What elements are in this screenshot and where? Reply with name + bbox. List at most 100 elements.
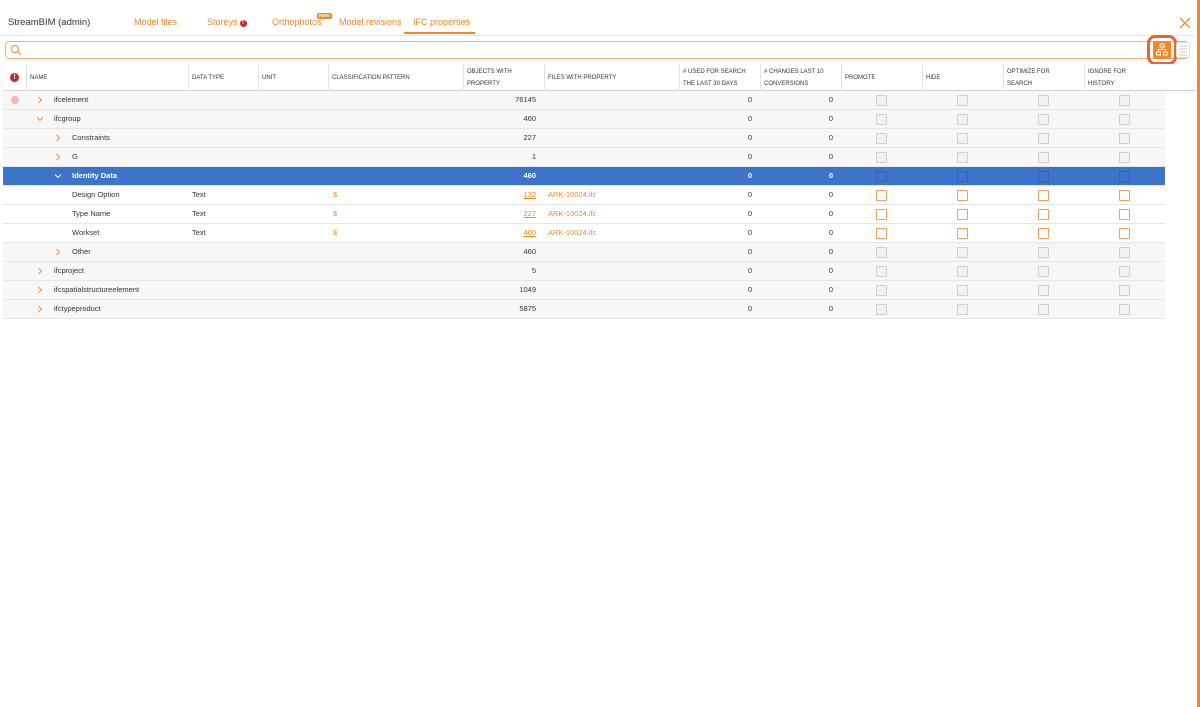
column-header-hide[interactable]: Hide <box>923 64 1004 91</box>
hide-checkbox[interactable] <box>957 133 968 144</box>
table-row[interactable]: ifcelement 76145 0 0 <box>3 91 1165 110</box>
column-header-changes[interactable]: # changes last 10 conversions <box>761 64 842 91</box>
ignore-history-checkbox[interactable] <box>1119 304 1130 315</box>
column-header-classification-pattern[interactable]: Classification pattern <box>329 64 464 91</box>
column-header-ignore-history[interactable]: Ignore for history <box>1085 64 1166 91</box>
row-classification-pattern[interactable]: $ <box>333 205 337 224</box>
ignore-history-checkbox[interactable] <box>1119 95 1130 106</box>
promote-checkbox[interactable] <box>876 95 887 106</box>
table-row[interactable]: Workset Text $460 ARK-10024.ifc 0 0 <box>3 224 1165 243</box>
chevron-right-icon[interactable] <box>54 248 62 256</box>
optimize-checkbox[interactable] <box>1038 133 1049 144</box>
chevron-right-icon[interactable] <box>36 286 44 294</box>
chevron-right-icon[interactable] <box>36 305 44 313</box>
table-row[interactable]: ifcproject 5 0 0 <box>3 262 1165 281</box>
optimize-checkbox[interactable] <box>1038 228 1049 239</box>
optimize-checkbox[interactable] <box>1038 266 1049 277</box>
list-view-button[interactable] <box>1176 42 1190 58</box>
row-objects-count[interactable]: 227 <box>464 205 536 224</box>
column-header-used-for-search[interactable]: # used for search the last 30 days <box>680 64 761 91</box>
table-row[interactable]: Constraints 227 0 0 <box>3 129 1165 148</box>
column-header-files[interactable]: Files with property <box>545 64 680 91</box>
column-header-data-type[interactable]: Data type <box>189 64 259 91</box>
row-classification-pattern[interactable]: $ <box>333 224 337 243</box>
hide-checkbox[interactable] <box>957 171 968 182</box>
row-files-link[interactable]: ARK-10024.ifc <box>548 205 596 224</box>
promote-checkbox[interactable] <box>876 209 887 220</box>
promote-checkbox[interactable] <box>876 247 887 258</box>
hide-checkbox[interactable] <box>957 266 968 277</box>
ignore-history-checkbox[interactable] <box>1119 266 1130 277</box>
ignore-history-checkbox[interactable] <box>1119 152 1130 163</box>
table-row[interactable]: G 1 0 0 <box>3 148 1165 167</box>
column-header-name[interactable]: Name <box>27 64 189 91</box>
optimize-checkbox[interactable] <box>1038 171 1049 182</box>
chevron-right-icon[interactable] <box>54 153 62 161</box>
tab-ifc-properties[interactable]: IFC properties <box>413 17 470 27</box>
table-row[interactable]: ifcspatialstructureelement 1049 0 0 <box>3 281 1165 300</box>
optimize-checkbox[interactable] <box>1038 304 1049 315</box>
tab-storeys[interactable]: Storeys! <box>207 17 247 27</box>
row-objects-count[interactable]: 460 <box>464 224 536 243</box>
chevron-right-icon[interactable] <box>36 267 44 275</box>
table-row-selected[interactable]: Identity Data 460 0 0 <box>3 167 1165 186</box>
search-input[interactable] <box>26 43 1146 57</box>
hide-checkbox[interactable] <box>957 285 968 296</box>
row-files-link[interactable]: ARK-10024.ifc <box>548 224 596 243</box>
table-row[interactable]: Other 460 0 0 <box>3 243 1165 262</box>
ignore-history-checkbox[interactable] <box>1119 114 1130 125</box>
promote-checkbox[interactable] <box>876 133 887 144</box>
row-objects-count: 227 <box>523 133 536 142</box>
ignore-history-checkbox[interactable] <box>1119 247 1130 258</box>
hide-checkbox[interactable] <box>957 190 968 201</box>
table-row[interactable]: Design Option Text $132 ARK-10024.ifc 0 0 <box>3 186 1165 205</box>
optimize-checkbox[interactable] <box>1038 114 1049 125</box>
tree-view-button[interactable] <box>1153 41 1171 59</box>
promote-checkbox[interactable] <box>876 266 887 277</box>
chevron-right-icon[interactable] <box>54 134 62 142</box>
optimize-checkbox[interactable] <box>1038 247 1049 258</box>
tab-model-files[interactable]: Model files <box>134 17 177 27</box>
close-icon[interactable] <box>1178 16 1192 30</box>
ignore-history-checkbox[interactable] <box>1119 228 1130 239</box>
optimize-checkbox[interactable] <box>1038 285 1049 296</box>
column-header-optimize[interactable]: Optimize for search <box>1004 64 1085 91</box>
promote-checkbox[interactable] <box>876 304 887 315</box>
tab-model-revisions[interactable]: Model revisions <box>339 17 402 27</box>
hide-checkbox[interactable] <box>957 114 968 125</box>
optimize-checkbox[interactable] <box>1038 209 1049 220</box>
promote-checkbox[interactable] <box>876 114 887 125</box>
ignore-history-checkbox[interactable] <box>1119 171 1130 182</box>
promote-checkbox[interactable] <box>876 190 887 201</box>
row-objects-count[interactable]: 132 <box>464 186 536 205</box>
promote-checkbox[interactable] <box>876 228 887 239</box>
hide-checkbox[interactable] <box>957 228 968 239</box>
optimize-checkbox[interactable] <box>1038 190 1049 201</box>
column-header-promote[interactable]: Promote <box>842 64 923 91</box>
hide-checkbox[interactable] <box>957 95 968 106</box>
promote-checkbox[interactable] <box>876 171 887 182</box>
column-header-objects[interactable]: Objects with property <box>464 64 545 91</box>
promote-checkbox[interactable] <box>876 152 887 163</box>
column-header-unit[interactable]: Unit <box>259 64 329 91</box>
row-files-link[interactable]: ARK-10024.ifc <box>548 186 596 205</box>
hide-checkbox[interactable] <box>957 152 968 163</box>
promote-checkbox[interactable] <box>876 285 887 296</box>
tab-orthophotos[interactable]: Orthophotos <box>272 17 322 27</box>
ignore-history-checkbox[interactable] <box>1119 209 1130 220</box>
table-row[interactable]: Type Name Text $227 ARK-10024.ifc 0 0 <box>3 205 1165 224</box>
optimize-checkbox[interactable] <box>1038 95 1049 106</box>
ignore-history-checkbox[interactable] <box>1119 285 1130 296</box>
hide-checkbox[interactable] <box>957 247 968 258</box>
ignore-history-checkbox[interactable] <box>1119 190 1130 201</box>
table-row[interactable]: ifcgroup 460 0 0 <box>3 110 1165 129</box>
optimize-checkbox[interactable] <box>1038 152 1049 163</box>
hide-checkbox[interactable] <box>957 304 968 315</box>
row-classification-pattern[interactable]: $ <box>333 186 337 205</box>
chevron-down-icon[interactable] <box>36 115 44 123</box>
ignore-history-checkbox[interactable] <box>1119 133 1130 144</box>
chevron-down-icon[interactable] <box>54 172 62 180</box>
table-row[interactable]: ifctypeproduct 5875 0 0 <box>3 300 1165 319</box>
hide-checkbox[interactable] <box>957 209 968 220</box>
chevron-right-icon[interactable] <box>36 96 44 104</box>
